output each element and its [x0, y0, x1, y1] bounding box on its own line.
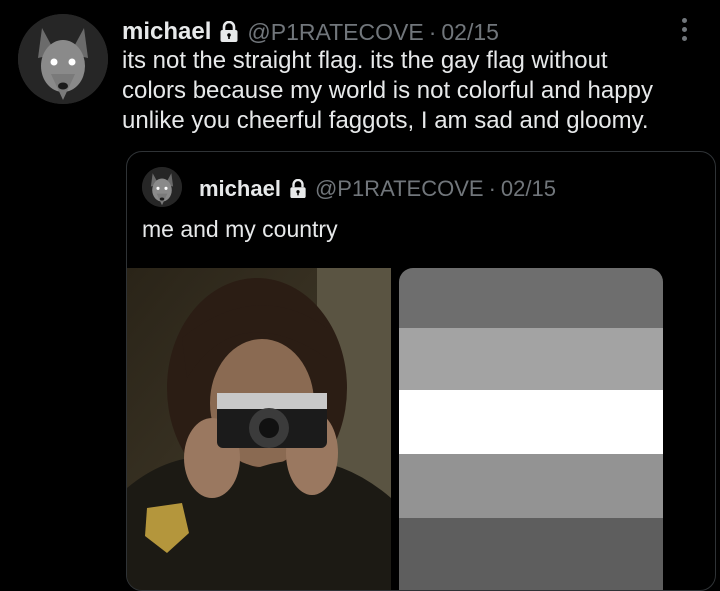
flag-stripe: [399, 454, 663, 518]
avatar[interactable]: [18, 14, 108, 104]
timestamp[interactable]: 02/15: [441, 19, 499, 46]
quoted-tweet[interactable]: michael @P1RATECOVE · 02/15 me and my co…: [126, 151, 716, 591]
flag-stripe: [399, 390, 663, 454]
tweet-text-line: its not the straight flag. its the gay f…: [122, 47, 608, 74]
tweet-text-line: unlike you cheerful faggots, I am sad an…: [122, 107, 649, 134]
lock-icon: [289, 179, 307, 199]
quoted-handle: @P1RATECOVE: [314, 176, 484, 201]
separator: ·: [428, 18, 437, 45]
quoted-timestamp: 02/15: [500, 176, 556, 201]
more-options-icon[interactable]: [672, 14, 696, 44]
tweet-text: its not the straight flag. its the gay f…: [122, 46, 702, 136]
display-name[interactable]: michael: [122, 18, 211, 46]
tweet-text-line: colors because my world is not colorful …: [122, 77, 653, 104]
grayscale-flag-image[interactable]: [399, 268, 663, 590]
quoted-display-name: michael: [199, 176, 281, 201]
photo-person-with-camera[interactable]: [127, 268, 391, 590]
quoted-tweet-header: michael @P1RATECOVE · 02/15: [199, 174, 556, 204]
quoted-avatar[interactable]: [142, 167, 182, 207]
separator: ·: [488, 176, 496, 201]
flag-stripe: [399, 518, 663, 590]
flag-stripe: [399, 328, 663, 390]
quoted-tweet-text: me and my country: [142, 216, 338, 242]
lock-icon: [219, 21, 239, 43]
tweet-header: michael @P1RATECOVE · 02/15: [122, 14, 499, 50]
media-grid: [127, 268, 715, 590]
flag-stripe: [399, 268, 663, 328]
handle[interactable]: @P1RATECOVE: [247, 19, 423, 46]
